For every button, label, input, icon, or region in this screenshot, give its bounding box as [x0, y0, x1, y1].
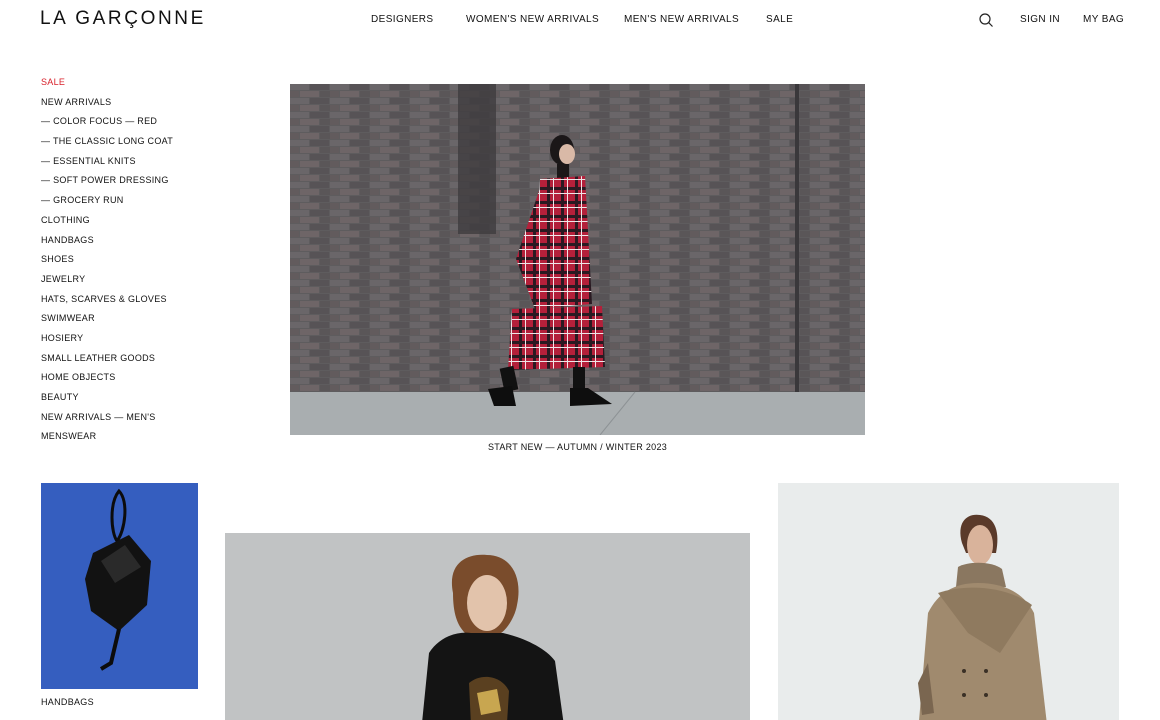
model-photo-right [778, 483, 1119, 720]
nav-mens-new-arrivals[interactable]: MEN'S NEW ARRIVALS [624, 14, 739, 25]
sign-in-link[interactable]: SIGN IN [1020, 14, 1060, 25]
sidebar-item-hats-scarves-gloves[interactable]: HATS, SCARVES & GLOVES [41, 293, 173, 313]
nav-sale[interactable]: SALE [766, 14, 793, 25]
sidebar-item-new-arrivals[interactable]: NEW ARRIVALS [41, 96, 173, 116]
handbags-tile-label[interactable]: HANDBAGS [41, 697, 94, 707]
model-black-blazer-tile[interactable] [225, 533, 750, 720]
model-photo-center [225, 533, 750, 720]
sidebar-item-classic-long-coat[interactable]: — THE CLASSIC LONG COAT [41, 135, 173, 155]
sidebar-item-hosiery[interactable]: HOSIERY [41, 332, 173, 352]
sidebar-item-sale[interactable]: SALE [41, 76, 173, 96]
my-bag-link[interactable]: MY BAG [1083, 14, 1124, 25]
model-camel-coat-tile[interactable] [778, 483, 1119, 720]
sidebar-item-handbags[interactable]: HANDBAGS [41, 234, 173, 254]
sidebar-item-jewelry[interactable]: JEWELRY [41, 273, 173, 293]
site-logo[interactable]: LA GARÇONNE [40, 8, 206, 30]
page: LA GARÇONNE DESIGNERS WOMEN'S NEW ARRIVA… [0, 0, 1160, 720]
nav-womens-new-arrivals[interactable]: WOMEN'S NEW ARRIVALS [466, 14, 599, 25]
hero-caption[interactable]: START NEW — AUTUMN / WINTER 2023 [290, 442, 865, 452]
sidebar-item-color-focus-red[interactable]: — COLOR FOCUS — RED [41, 115, 173, 135]
nav-designers[interactable]: DESIGNERS [371, 14, 434, 25]
sidebar-item-new-arrivals-mens[interactable]: NEW ARRIVALS — MEN'S [41, 411, 173, 431]
sidebar-item-swimwear[interactable]: SWIMWEAR [41, 312, 173, 332]
sidebar-item-soft-power-dressing[interactable]: — SOFT POWER DRESSING [41, 174, 173, 194]
handbag-photo [41, 483, 198, 689]
sidebar-item-grocery-run[interactable]: — GROCERY RUN [41, 194, 173, 214]
hero-image[interactable] [290, 84, 865, 435]
sidebar-item-shoes[interactable]: SHOES [41, 253, 173, 273]
sidebar-item-home-objects[interactable]: HOME OBJECTS [41, 371, 173, 391]
sidebar-item-small-leather-goods[interactable]: SMALL LEATHER GOODS [41, 352, 173, 372]
handbags-tile-image[interactable] [41, 483, 198, 689]
hero-photo [290, 84, 865, 435]
sidebar-item-essential-knits[interactable]: — ESSENTIAL KNITS [41, 155, 173, 175]
category-sidebar: SALE NEW ARRIVALS — COLOR FOCUS — RED — … [41, 76, 173, 450]
sidebar-item-menswear[interactable]: MENSWEAR [41, 430, 173, 450]
sidebar-item-clothing[interactable]: CLOTHING [41, 214, 173, 234]
sidebar-item-beauty[interactable]: BEAUTY [41, 391, 173, 411]
search-icon[interactable] [978, 12, 994, 28]
